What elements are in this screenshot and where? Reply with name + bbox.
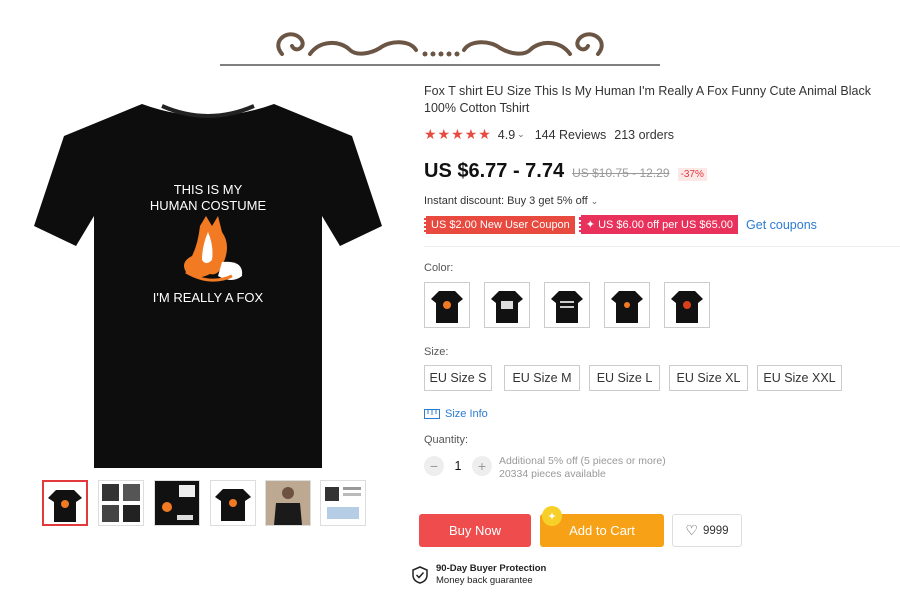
buyer-protection: 90-Day Buyer Protection Money back guara…	[412, 563, 546, 587]
heart-icon: ♡	[685, 522, 698, 538]
decrease-quantity-button[interactable]: −	[424, 456, 444, 476]
quantity-stepper: − 1 +	[424, 456, 492, 476]
chevron-down-icon[interactable]: ⌄	[591, 196, 599, 206]
original-price: US $10.75 - 12.29	[572, 166, 670, 180]
size-option-xl[interactable]: EU Size XL	[669, 365, 748, 391]
rating-value[interactable]: 4.9	[498, 128, 515, 142]
size-info-label: Size Info	[445, 408, 488, 420]
increase-quantity-button[interactable]: +	[472, 456, 492, 476]
color-option-fox-small[interactable]	[604, 282, 650, 328]
divider	[424, 246, 900, 247]
pieces-available: 20334 pieces available	[499, 468, 606, 480]
color-option-fox[interactable]	[424, 282, 470, 328]
coupons-row: US $2.00 New User Coupon ✦ US $6.00 off …	[424, 215, 817, 234]
reviews-count[interactable]: 144 Reviews	[535, 128, 607, 142]
coin-badge-icon: ✦	[542, 506, 562, 526]
size-option-l[interactable]: EU Size L	[589, 365, 660, 391]
thumbnail-2[interactable]	[98, 480, 144, 526]
protection-title: 90-Day Buyer Protection	[436, 563, 547, 574]
shirt-text-line2: HUMAN COSTUME	[150, 198, 267, 213]
quantity-note: Additional 5% off (5 pieces or more) 203…	[499, 455, 666, 481]
thumbnail-5[interactable]	[265, 480, 311, 526]
get-coupons-link[interactable]: Get coupons	[746, 218, 817, 232]
thumbnail-6[interactable]	[320, 480, 366, 526]
thumbnail-3[interactable]	[154, 480, 200, 526]
color-option-fox-red[interactable]	[664, 282, 710, 328]
chevron-down-icon[interactable]: ⌄	[517, 129, 525, 140]
wishlist-count: 9999	[702, 524, 729, 537]
ruler-icon	[424, 409, 440, 419]
protection-subtitle: Money back guarantee	[436, 575, 533, 586]
size-option-xxl[interactable]: EU Size XXL	[757, 365, 842, 391]
color-label: Color:	[424, 262, 454, 274]
product-title: Fox T shirt EU Size This Is My Human I'm…	[424, 84, 871, 115]
decorative-ornament	[220, 32, 660, 66]
instant-discount-label: Instant discount: Buy 3 get 5% off	[424, 195, 588, 207]
new-user-coupon[interactable]: US $2.00 New User Coupon	[424, 215, 575, 234]
shirt-text-line1: THIS IS MY	[174, 182, 243, 197]
product-main-image[interactable]: THIS IS MY HUMAN COSTUME I'M REALLY A FO…	[22, 76, 394, 468]
thumbnail-4[interactable]	[210, 480, 256, 526]
price: US $6.77 - 7.74	[424, 160, 565, 182]
quantity-input[interactable]: 1	[444, 459, 472, 473]
buy-now-button[interactable]: Buy Now	[419, 514, 531, 547]
discount-badge: -37%	[677, 168, 707, 181]
orders-count: 213 orders	[614, 127, 675, 142]
size-option-m[interactable]: EU Size M	[504, 365, 580, 391]
wishlist-button[interactable]: ♡ 9999	[672, 514, 742, 547]
size-info-link[interactable]: Size Info	[424, 408, 488, 420]
rating-row: ★★★★★ 4.9 ⌄ 144 Reviews 213 orders	[424, 126, 674, 143]
thumbnail-1[interactable]	[42, 480, 88, 526]
color-option-text[interactable]	[544, 282, 590, 328]
size-label: Size:	[424, 346, 449, 358]
quantity-label: Quantity:	[424, 434, 469, 446]
shirt-text-line3: I'M REALLY A FOX	[153, 290, 264, 305]
store-coupon[interactable]: ✦ US $6.00 off per US $65.00	[578, 215, 739, 234]
shield-check-icon	[412, 566, 428, 584]
rating-stars: ★★★★★	[424, 126, 492, 142]
instant-discount[interactable]: Instant discount: Buy 3 get 5% off ⌄	[424, 195, 598, 207]
size-option-s[interactable]: EU Size S	[424, 365, 492, 391]
color-option-fox-alt[interactable]	[484, 282, 530, 328]
bulk-discount-note: Additional 5% off (5 pieces or more)	[499, 455, 666, 467]
price-row: US $6.77 - 7.74 US $10.75 - 12.29 -37%	[424, 160, 707, 183]
